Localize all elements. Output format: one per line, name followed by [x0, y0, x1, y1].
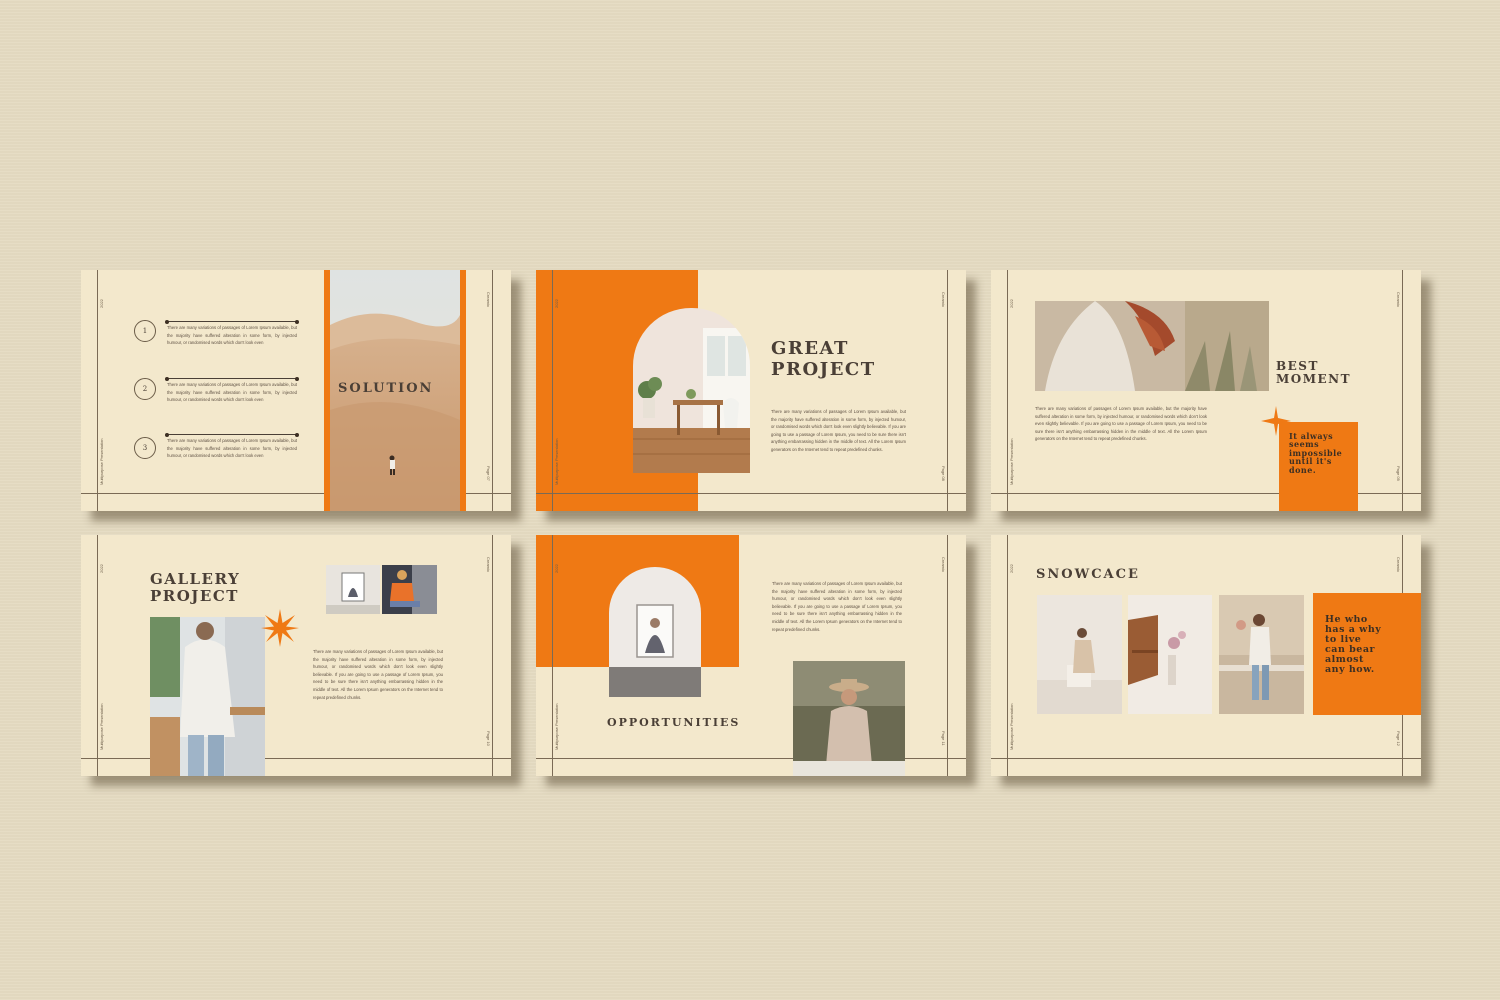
woman-photo — [1035, 301, 1269, 391]
brand-label: Creamix — [486, 557, 491, 572]
frame-line — [991, 758, 1421, 759]
brand-label: Creamix — [941, 292, 946, 307]
frame-line — [97, 535, 98, 776]
quote-text: He who has a why to live can bear almost… — [1325, 614, 1382, 675]
slide-body: There are many variations of passages of… — [772, 581, 902, 632]
fashion-photo — [150, 617, 265, 776]
slide-title-line2: MOMENT — [1276, 372, 1352, 386]
page-label: Page 11 — [941, 731, 946, 746]
frame-line — [81, 758, 511, 759]
slide-snowcace[interactable]: 2022 Multipurpose Presentation Creamix P… — [991, 535, 1421, 776]
slide-title-line1: GALLERY — [150, 570, 241, 588]
snow-photo-3 — [1219, 595, 1304, 714]
frame-line — [947, 535, 948, 776]
presentation-label: Multipurpose Presentation — [99, 703, 104, 750]
slide-title: SOLUTION — [338, 381, 434, 396]
item-number-2: 2 — [134, 378, 156, 400]
presentation-label: Multipurpose Presentation — [554, 438, 559, 485]
gallery-thumb-2 — [382, 565, 437, 614]
year-label: 2022 — [554, 299, 559, 308]
slide-title-line2: PROJECT — [150, 587, 239, 605]
item-text-3: There are many variations of passages of… — [167, 438, 297, 459]
gallery-thumb-1 — [326, 565, 380, 614]
divider-line — [165, 432, 299, 437]
frame-line — [552, 270, 553, 511]
slide-title-line1: GREAT — [771, 338, 849, 359]
snow-photo-2 — [1128, 595, 1212, 714]
presentation-label: Multipurpose Presentation — [99, 438, 104, 485]
slide-gallery-project[interactable]: 2022 Multipurpose Presentation Creamix P… — [81, 535, 511, 776]
page-label: Page 09 — [1396, 466, 1401, 481]
brand-label: Creamix — [1396, 292, 1401, 307]
presentation-label: Multipurpose Presentation — [554, 703, 559, 750]
hat-woman-photo — [793, 661, 905, 776]
frame-line — [536, 493, 966, 494]
frame-line — [1007, 535, 1008, 776]
item-number-1: 1 — [134, 320, 156, 342]
item-text-2: There are many variations of passages of… — [167, 382, 297, 403]
slide-solution[interactable]: 2022 Multipurpose Presentation Creamix P… — [81, 270, 511, 511]
brand-label: Creamix — [1396, 557, 1401, 572]
item-number-3: 3 — [134, 437, 156, 459]
presentation-label: Multipurpose Presentation — [1009, 703, 1014, 750]
frame-line — [947, 270, 948, 511]
divider-line — [165, 319, 299, 324]
page-label: Page 10 — [486, 731, 491, 746]
frame-line — [492, 270, 493, 511]
frame-line — [1007, 270, 1008, 511]
page-label: Page 08 — [941, 466, 946, 481]
slide-title: OPPORTUNITIES — [607, 716, 741, 729]
slide-opportunities[interactable]: 2022 Multipurpose Presentation Creamix P… — [536, 535, 966, 776]
brand-label: Creamix — [486, 292, 491, 307]
snow-photo-1 — [1037, 595, 1122, 714]
slide-body: There are many variations of passages of… — [771, 409, 906, 452]
slide-best-moment[interactable]: 2022 Multipurpose Presentation Creamix P… — [991, 270, 1421, 511]
frame-line — [552, 535, 553, 776]
year-label: 2022 — [1009, 564, 1014, 573]
divider-line — [165, 376, 299, 381]
slide-title-line2: PROJECT — [771, 359, 876, 380]
year-label: 2022 — [1009, 299, 1014, 308]
slide-title-line1: BEST — [1276, 359, 1319, 373]
star-icon — [1261, 406, 1291, 436]
slide-body: There are many variations of passages of… — [313, 649, 443, 700]
item-text-1: There are many variations of passages of… — [167, 325, 297, 346]
brand-label: Creamix — [941, 557, 946, 572]
presentation-label: Multipurpose Presentation — [1009, 438, 1014, 485]
slide-title: SNOWCACE — [1036, 567, 1140, 582]
slide-body: There are many variations of passages of… — [1035, 406, 1207, 442]
slide-great-project[interactable]: 2022 Multipurpose Presentation Creamix P… — [536, 270, 966, 511]
year-label: 2022 — [554, 564, 559, 573]
page-label: Page 07 — [486, 466, 491, 481]
star-icon — [261, 609, 299, 647]
page-label: Page 12 — [1396, 731, 1401, 746]
year-label: 2022 — [99, 564, 104, 573]
frame-line — [97, 270, 98, 511]
gallery-wall-photo — [609, 567, 701, 697]
frame-line — [1402, 270, 1403, 511]
year-label: 2022 — [99, 299, 104, 308]
quote-text: It always seems impossible until it's do… — [1289, 431, 1343, 475]
frame-line — [492, 535, 493, 776]
interior-photo — [633, 308, 750, 473]
